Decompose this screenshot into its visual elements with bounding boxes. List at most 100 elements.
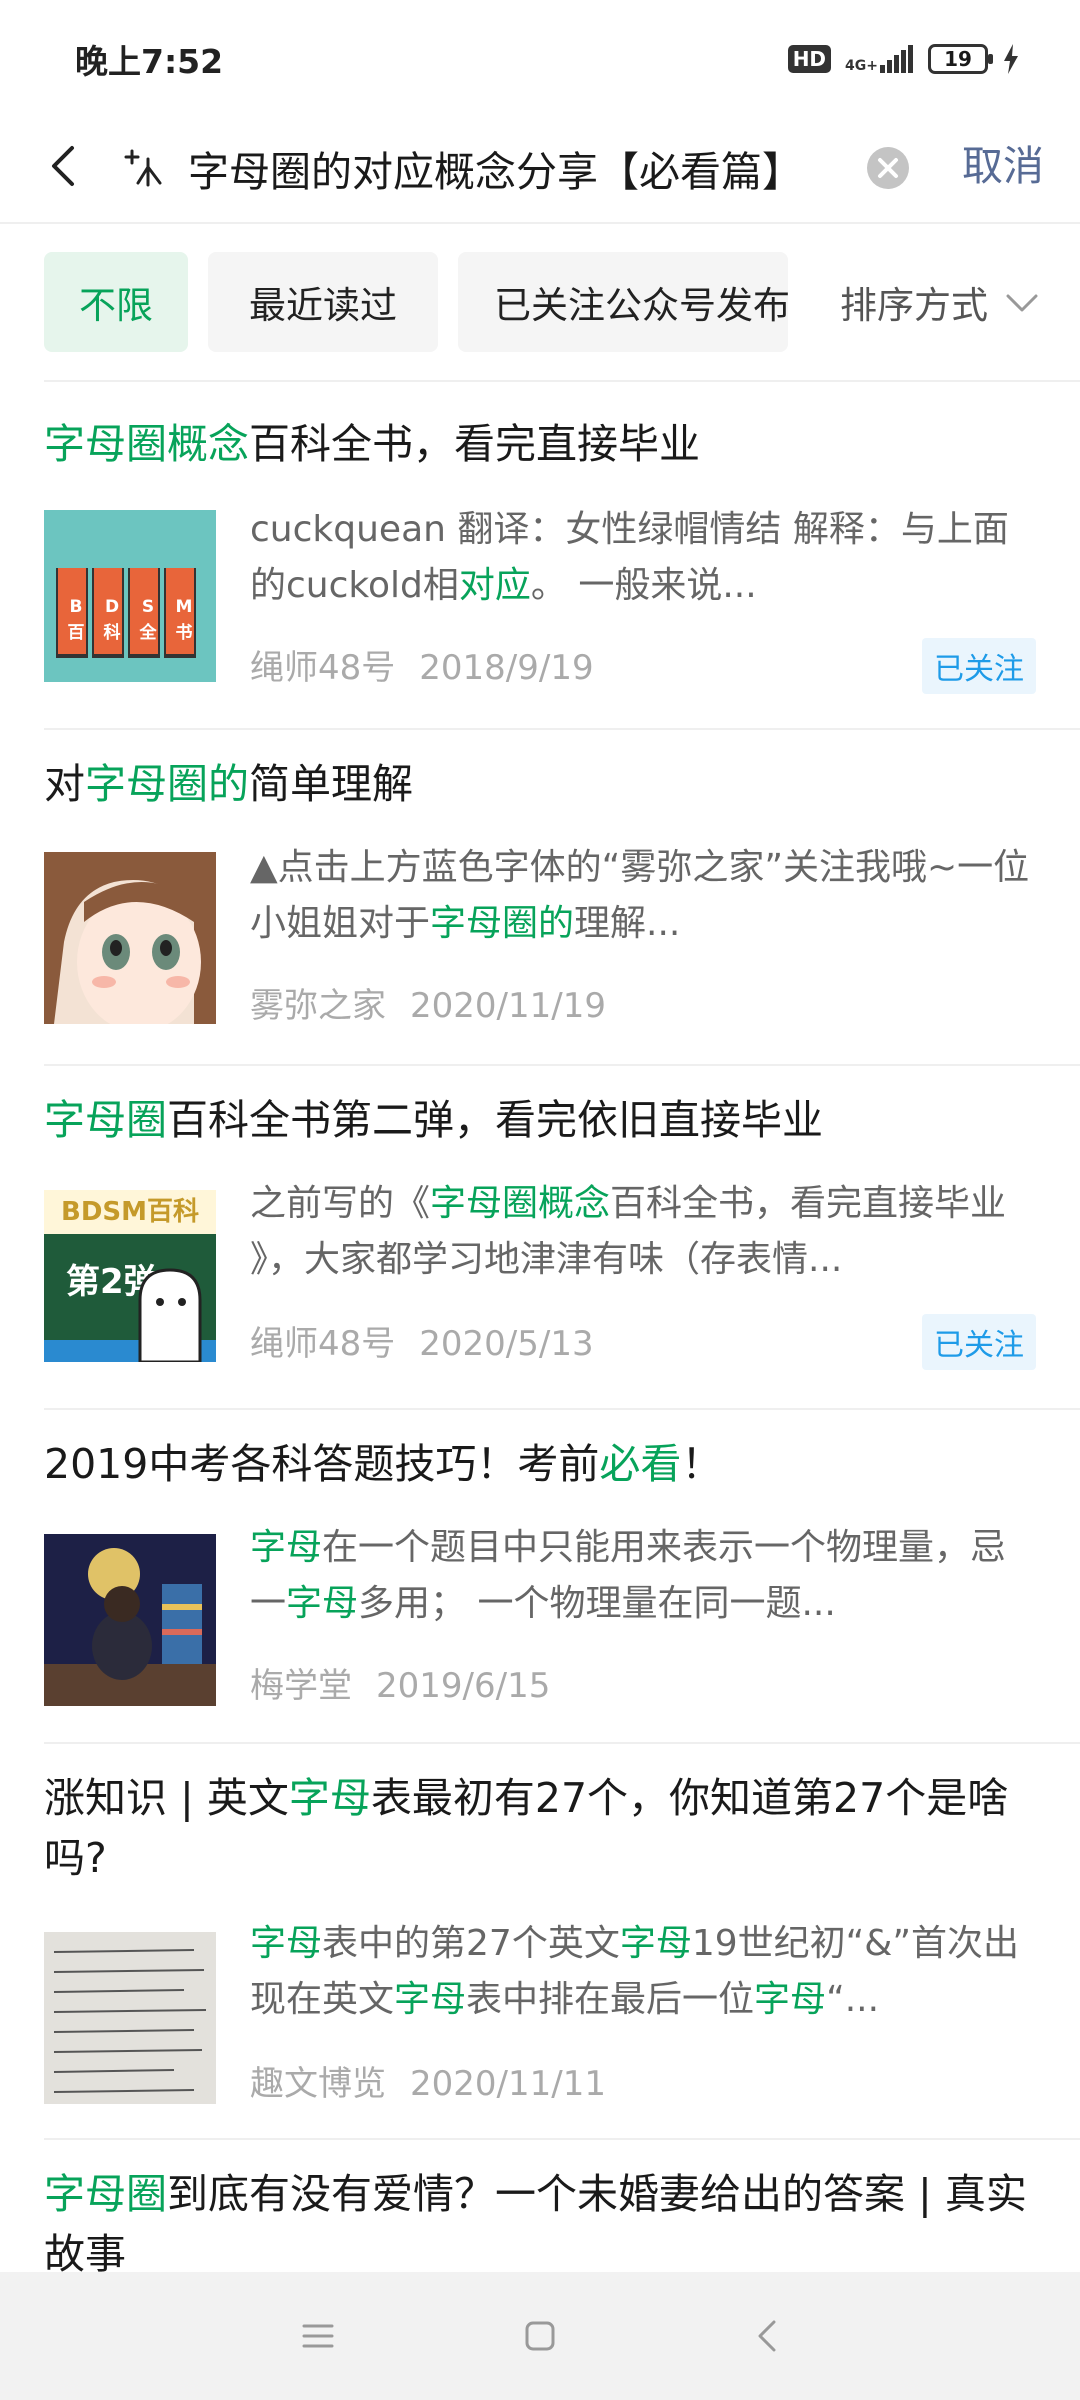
menu-icon[interactable] [288,2306,348,2366]
title-highlight: 字母圈 [44,2170,167,2218]
result-item[interactable]: 字母圈概念百科全书，看完直接毕业 B D S M 百 科 全 书 cuckque… [0,382,1080,730]
snippet-highlight: 字母 [250,1923,323,1964]
thumb-letter: S [141,597,155,617]
result-source[interactable]: 趣文博览 [250,2064,386,2104]
result-thumbnail [44,1534,216,1706]
thumb-letter: 书 [175,623,193,643]
snippet-text: 之前写的《 [250,1183,431,1224]
thumb-letter: D [104,597,120,617]
signal-icon: 4G+ [845,45,914,73]
search-header: 字母圈的对应概念分享【必看篇】 取消 [0,118,1080,218]
divider [0,222,1080,224]
thumb-letter: 科 [103,623,121,643]
result-title[interactable]: 字母圈百科全书第二弹，看完依旧直接毕业 [44,1090,1044,1150]
sparkle-icon [124,149,162,187]
snippet-highlight: 字母圈的 [430,903,575,944]
result-title[interactable]: 字母圈概念百科全书，看完直接毕业 [44,414,1044,474]
status-bar: 晚上7:52 HD 4G+ 19 [0,0,1080,118]
result-snippet: ▲点击上方蓝色字体的“雾弥之家”关注我哦~一位小姐姐对于字母圈的理解... [250,840,1040,952]
title-text: ！ [681,1440,723,1488]
result-item[interactable]: 字母圈百科全书第二弹，看完依旧直接毕业 BDSM百科 第2弹 之前写的《字母圈概… [0,1066,1080,1410]
result-date: 2018/9/19 [419,648,594,688]
result-source[interactable]: 绳师48号 [250,648,395,688]
status-icons: HD 4G+ 19 [787,44,1020,74]
thumb-letter: M [175,597,193,617]
title-text: 对 [44,760,85,808]
battery-level: 19 [944,47,972,71]
result-snippet: cuckquean 翻译：女性绿帽情结 解释：与上面的cuckold相对应。 一… [250,502,1040,614]
result-item[interactable]: 字母圈到底有没有爱情？一个未婚妻给出的答案 | 真实故事 [0,2140,1080,2272]
network-label: 4G+ [845,58,878,74]
title-highlight: 必看 [599,1440,682,1488]
sort-label: 排序方式 [840,284,988,327]
snippet-highlight: 字母 [754,1979,827,2020]
snippet-highlight: 对应 [458,565,531,606]
snippet-highlight: 字母 [394,1979,467,2020]
title-highlight: 字母圈的 [85,760,249,808]
title-text: 2019中考各科答题技巧！考前 [44,1440,600,1488]
result-date: 2019/6/15 [376,1666,551,1706]
snippet-highlight: 字母 [250,1527,323,1568]
result-item[interactable]: 对字母圈的简单理解 ▲点击上方蓝色字体的“雾弥之家”关注我哦~一位小姐姐对于字母… [0,730,1080,1066]
cancel-button[interactable]: 取消 [962,132,1044,192]
title-text: 简单理解 [249,760,413,808]
result-thumbnail [44,1932,216,2104]
snippet-highlight: 字母 [286,1583,359,1624]
title-text: 百科全书，看完直接毕业 [249,420,700,468]
result-item[interactable]: 2019中考各科答题技巧！考前必看！ 字母在一个题目中只能用来表示一个物理量，忌… [0,1410,1080,1744]
filter-chip-all[interactable]: 不限 [44,252,188,352]
clear-icon[interactable] [866,146,910,190]
nav-back-icon[interactable] [738,2306,798,2366]
snippet-text: 表中的第27个英文 [322,1923,620,1964]
result-snippet: 字母在一个题目中只能用来表示一个物理量，忌一字母多用； 一个物理量在同一题... [250,1520,1040,1632]
result-date: 2020/11/11 [410,2064,606,2104]
snippet-text: “... [826,1979,880,2020]
title-text: 涨知识 | 英文 [44,1774,289,1822]
result-meta: 绳师48号 2018/9/19 [250,640,594,689]
snippet-text: 。 一般来说... [530,565,757,606]
result-title[interactable]: 2019中考各科答题技巧！考前必看！ [44,1434,1044,1494]
title-text: 到底有没有爱情？一个未婚妻给出的答案 | 真实故事 [44,2170,1027,2272]
search-query[interactable]: 字母圈的对应概念分享【必看篇】 [188,138,828,198]
filter-chip-followed[interactable]: 已关注公众号发布 [458,252,788,352]
hd-icon: HD [787,45,832,73]
result-meta: 趣文博览 2020/11/11 [250,2056,606,2105]
snippet-highlight: 字母圈概念 [430,1183,611,1224]
result-snippet: 之前写的《字母圈概念百科全书，看完直接毕业 》，大家都学习地津津有味（存表情..… [250,1176,1040,1288]
result-item[interactable]: 涨知识 | 英文字母表最初有27个，你知道第27个是啥吗? 字母表中的第27个英… [0,1744,1080,2140]
result-source[interactable]: 绳师48号 [250,1324,395,1364]
charging-icon [1004,44,1018,74]
battery-icon: 19 [928,44,993,74]
search-input[interactable]: 字母圈的对应概念分享【必看篇】 [120,130,910,206]
home-icon[interactable] [510,2306,570,2366]
title-highlight: 字母 [288,1774,371,1822]
filter-chip-recent[interactable]: 最近读过 [208,252,438,352]
followed-badge: 已关注 [922,1314,1036,1370]
result-source[interactable]: 梅学堂 [250,1666,352,1706]
result-thumbnail: B D S M 百 科 全 书 [44,510,216,682]
chevron-down-icon [1006,294,1038,312]
thumb-letter: 百 [67,623,85,643]
status-time: 晚上7:52 [75,42,224,81]
result-date: 2020/5/13 [419,1324,594,1364]
result-thumbnail [44,852,216,1024]
result-meta: 绳师48号 2020/5/13 [250,1316,594,1365]
result-title[interactable]: 涨知识 | 英文字母表最初有27个，你知道第27个是啥吗? [44,1768,1044,1888]
title-highlight: 字母圈概念 [44,420,249,468]
back-icon[interactable] [36,136,96,196]
snippet-highlight: 字母 [619,1923,692,1964]
sort-dropdown[interactable]: 排序方式 [820,252,1042,352]
followed-badge: 已关注 [922,638,1036,694]
snippet-text: 理解... [574,903,681,944]
result-source[interactable]: 雾弥之家 [250,986,386,1026]
filter-bar: 不限 最近读过 已关注公众号发布 排序方式 [0,252,1080,352]
snippet-text: 表中排在最后一位 [466,1979,755,2020]
result-title[interactable]: 对字母圈的简单理解 [44,754,1044,814]
result-meta: 梅学堂 2019/6/15 [250,1658,550,1707]
thumb-letter: 全 [139,623,157,643]
result-title[interactable]: 字母圈到底有没有爱情？一个未婚妻给出的答案 | 真实故事 [44,2164,1044,2272]
title-text: 百科全书第二弹，看完依旧直接毕业 [167,1096,823,1144]
snippet-text: 多用； 一个物理量在同一题... [358,1583,836,1624]
result-meta: 雾弥之家 2020/11/19 [250,978,606,1027]
result-thumbnail: BDSM百科 第2弹 [44,1190,216,1362]
